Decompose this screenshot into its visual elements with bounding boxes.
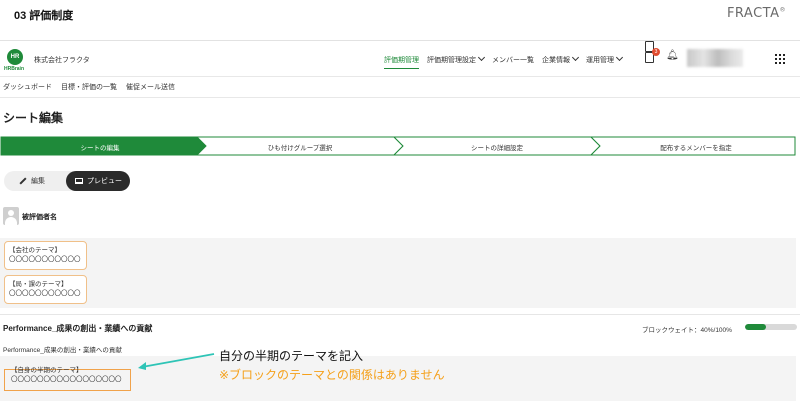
subnav-reminder-mail[interactable]: 催促メール送信 xyxy=(126,82,175,92)
theme-title: 【局・課のテーマ】 xyxy=(9,281,68,288)
theme-title: 【会社のテーマ】 xyxy=(9,247,61,254)
top-bar: HR HRBrain 株式会社フラクタ 評価期管理 評価期管理設定 メンバー一覧… xyxy=(0,41,800,76)
main-nav: 評価期管理 評価期管理設定 メンバー一覧 企業情報 運用管理 xyxy=(384,53,624,69)
company-name: 株式会社フラクタ xyxy=(34,57,90,64)
preview-label: プレビュー xyxy=(87,178,122,185)
nav-member-list[interactable]: メンバー一覧 xyxy=(492,55,534,69)
logo-text: HRBrain xyxy=(4,66,25,72)
brand-logo: FRACTA® xyxy=(726,6,786,21)
self-theme-box: 【自身の半期のテーマ】 〇〇〇〇〇〇〇〇〇〇〇〇〇〇〇〇〇 xyxy=(7,362,130,387)
app-grid-icon[interactable] xyxy=(775,54,785,64)
nav-label: 運用管理 xyxy=(586,57,614,64)
user-menu[interactable] xyxy=(687,49,743,67)
nav-evaluation-settings[interactable]: 評価期管理設定 xyxy=(427,53,486,69)
nav-label: 評価期管理設定 xyxy=(427,57,476,64)
step-group-select[interactable]: ひも付けグループ選択 xyxy=(203,142,397,152)
section-divider xyxy=(0,314,800,315)
chevron-down-icon xyxy=(571,53,580,62)
notification-badge: 3 xyxy=(652,48,660,56)
subnav-goal-list[interactable]: 目標・評価の一覧 xyxy=(61,82,117,92)
step-detail-settings[interactable]: シートの詳細設定 xyxy=(400,142,594,152)
bell-icon[interactable]: 🔔︎ xyxy=(666,51,679,61)
edit-button[interactable]: 編集 xyxy=(19,171,45,191)
page-title: シート編集 xyxy=(3,111,64,125)
nav-company-info[interactable]: 企業情報 xyxy=(542,53,580,69)
nav-operations[interactable]: 運用管理 xyxy=(586,53,624,69)
nav-label: 企業情報 xyxy=(542,57,570,64)
theme-panel xyxy=(0,238,796,308)
chevron-down-icon xyxy=(615,53,624,62)
hrbrain-logo[interactable]: HR HRBrain xyxy=(4,49,26,72)
annotation-note: ※ブロックのテーマとの関係はありません xyxy=(219,368,445,382)
evaluatee-label: 被評価者名 xyxy=(22,214,57,221)
user-avatar-icon xyxy=(3,207,19,225)
laptop-icon xyxy=(75,178,83,184)
theme-title: 【自身の半期のテーマ】 xyxy=(11,367,83,374)
pencil-icon xyxy=(19,177,27,185)
theme-value: 〇〇〇〇〇〇〇〇〇〇〇 xyxy=(9,256,81,264)
step-assign-members[interactable]: 配布するメンバーを指定 xyxy=(597,142,795,152)
step-indicator: シートの編集 ひも付けグループ選択 シートの詳細設定 配布するメンバーを指定 xyxy=(0,136,796,156)
annotation-text: 自分の半期のテーマを記入 xyxy=(219,349,364,363)
department-theme-box: 【局・課のテーマ】 〇〇〇〇〇〇〇〇〇〇〇 xyxy=(4,275,87,304)
sub-nav: ダッシュボード 目標・評価の一覧 催促メール送信 xyxy=(0,76,800,98)
edit-label: 編集 xyxy=(31,178,45,185)
nav-evaluation-period[interactable]: 評価期管理 xyxy=(384,55,419,69)
block-title: Performance_成果の創出・業績への貢献 xyxy=(3,324,153,333)
block-weight-bar xyxy=(745,324,797,330)
subnav-dashboard[interactable]: ダッシュボード xyxy=(3,82,52,92)
theme-value: 〇〇〇〇〇〇〇〇〇〇〇〇〇〇〇〇〇 xyxy=(11,376,122,384)
step-sheet-edit[interactable]: シートの編集 xyxy=(1,142,199,152)
company-theme-box: 【会社のテーマ】 〇〇〇〇〇〇〇〇〇〇〇 xyxy=(4,241,87,270)
logo-mark: HR xyxy=(7,49,23,65)
annotation-arrow-icon xyxy=(138,353,215,370)
chevron-down-icon xyxy=(477,53,486,62)
preview-button[interactable]: プレビュー xyxy=(66,171,130,191)
slide-title: 03 評価制度 xyxy=(14,10,74,22)
edit-preview-toggle: 編集 プレビュー xyxy=(4,171,130,191)
block-sub-label: Performance_成果の創出・業績への貢献 xyxy=(3,347,122,354)
theme-value: 〇〇〇〇〇〇〇〇〇〇〇 xyxy=(9,290,81,298)
block-weight-label: ブロックウェイト：40%/100% xyxy=(642,327,732,334)
block-weight-fill xyxy=(745,324,766,330)
